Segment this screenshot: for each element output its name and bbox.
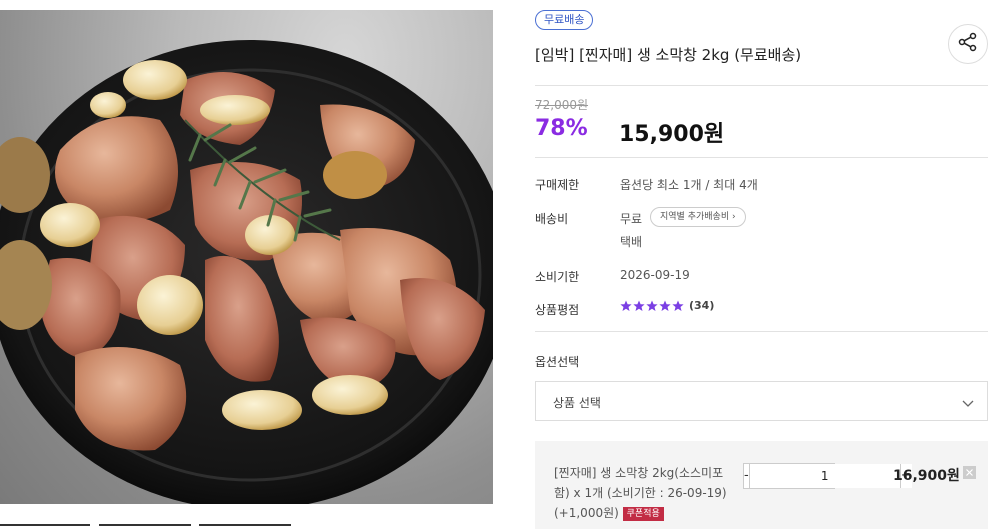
discount-rate: 78% — [535, 116, 588, 141]
shipping-extra-chip[interactable]: 지역별 추가배송비 › — [650, 207, 746, 227]
thumbnail-2[interactable] — [99, 524, 191, 529]
divider — [535, 157, 988, 158]
divider — [535, 331, 988, 332]
thumbnail-3[interactable] — [199, 524, 291, 529]
selected-option-price: 16,900원 — [893, 468, 960, 484]
shipping-value: 무료 — [620, 212, 643, 226]
option-select-placeholder: 상품 선택 — [553, 396, 601, 410]
star-icon — [672, 300, 684, 311]
selected-option-desc: [찐자매] 생 소막창 2kg(소스미포함) x 1개 (소비기한 : 26-0… — [554, 463, 734, 523]
star-icon — [646, 300, 658, 311]
star-icon — [659, 300, 671, 311]
shipping-extra-label: 지역별 추가배송비 — [660, 212, 730, 222]
sale-price: 15,900원 — [619, 122, 725, 147]
shipping-method: 택배 — [620, 235, 643, 249]
rating-count: (34) — [689, 299, 715, 312]
thumbnail-1[interactable] — [0, 524, 90, 529]
star-icon — [633, 300, 645, 311]
purchase-limit-value: 옵션당 최소 1개 / 최대 4개 — [620, 178, 758, 192]
remove-option-button[interactable] — [963, 466, 976, 479]
purchase-limit-label: 구매제한 — [535, 178, 580, 192]
chevron-down-icon — [961, 395, 975, 414]
quantity-input[interactable] — [749, 464, 900, 488]
rating-label: 상품평점 — [535, 303, 580, 317]
thumbnail-strip — [0, 518, 500, 529]
star-icon — [620, 300, 632, 311]
quantity-stepper: - + — [743, 463, 912, 489]
original-price: 72,000원 — [535, 98, 589, 112]
option-select[interactable]: 상품 선택 — [535, 381, 988, 421]
rating-stars[interactable]: (34) — [620, 299, 714, 312]
chevron-right-icon: › — [731, 212, 736, 222]
selected-option: [찐자매] 생 소막창 2kg(소스미포함) x 1개 (소비기한 : 26-0… — [535, 441, 988, 529]
share-button[interactable] — [948, 24, 988, 64]
product-image[interactable] — [0, 10, 493, 504]
shipping-label: 배송비 — [535, 212, 569, 226]
share-icon — [958, 32, 978, 56]
expiry-label: 소비기한 — [535, 270, 580, 284]
product-title: [임박] [찐자매] 생 소막창 2kg (무료배송) — [535, 46, 802, 64]
expiry-value: 2026-09-19 — [620, 268, 690, 282]
option-label: 옵션선택 — [535, 355, 580, 369]
divider — [535, 85, 988, 86]
close-icon — [966, 469, 973, 476]
free-shipping-badge: 무료배송 — [535, 10, 594, 30]
coupon-badge: 쿠폰적용 — [622, 507, 664, 521]
